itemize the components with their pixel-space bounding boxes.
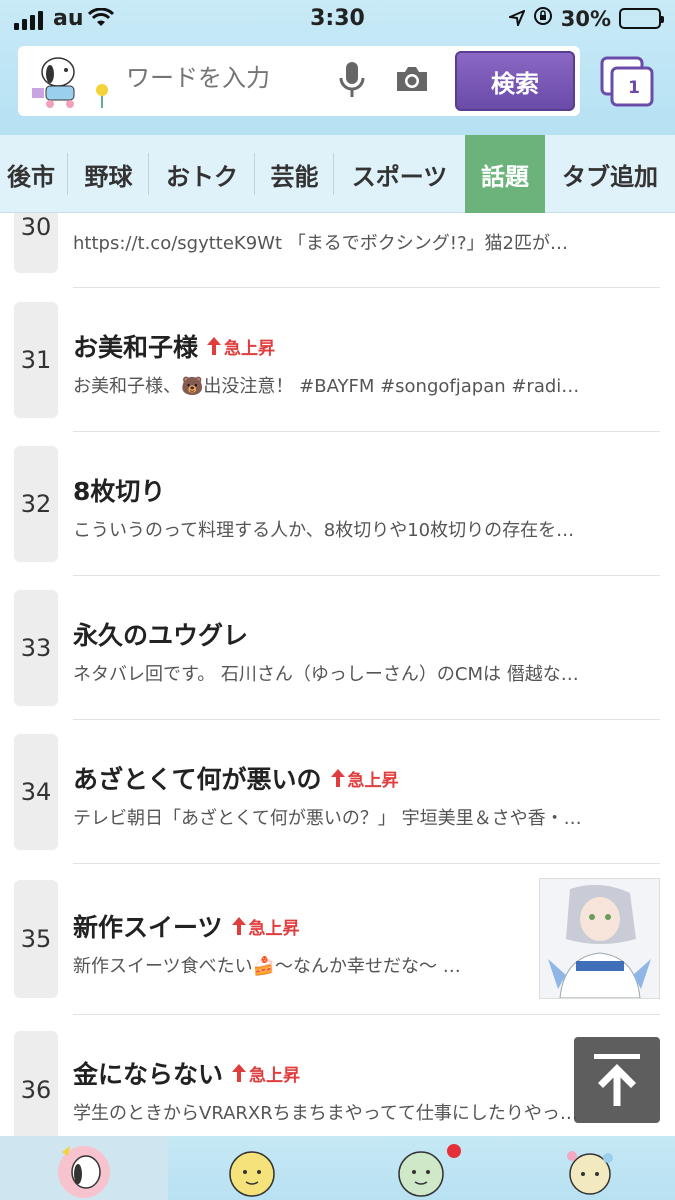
bottom-nav: [0, 1136, 675, 1200]
location-icon: [506, 7, 526, 31]
item-snippet: テレビ朝日「あざとくて何が悪いの？」 宇垣美里＆さや香・…: [73, 808, 582, 829]
list-item[interactable]: 32 8枚切り こういうのって料理する人か、8枚切りや10枚切りの存在を…: [0, 432, 675, 576]
item-snippet: 新作スイーツ食べたい🍰〜なんか幸せだな〜 …: [73, 956, 461, 977]
tab-label: おトク: [166, 162, 238, 191]
arrow-up-to-top-icon: [594, 1054, 640, 1106]
tab-label: 芸能: [270, 162, 319, 191]
rising-badge: 急上昇: [231, 1061, 300, 1086]
tab-sports[interactable]: スポーツ: [334, 135, 465, 213]
item-snippet: お美和子様、🐻出没注意！ #BAYFM #songofjapan #radi…: [73, 376, 580, 397]
rotation-lock-icon: [533, 6, 553, 31]
battery-icon: [619, 8, 664, 29]
search-bar[interactable]: 検索: [18, 46, 580, 116]
item-title: 新作スイーツ 急上昇: [73, 908, 300, 944]
tab-count: 1: [628, 78, 640, 98]
item-title-text: 新作スイーツ: [73, 913, 223, 942]
item-snippet: https://t.co/sgytteK9Wt 「まるでボクシング!?」猫2匹が…: [73, 233, 568, 254]
tab-city[interactable]: 後市: [0, 135, 68, 213]
item-title-text: あざとくて何が悪いの: [73, 765, 322, 794]
item-snippet: ネタバレ回です。 石川さん（ゆっしーさん）のCMは 僭越な…: [73, 664, 579, 685]
nav-character-4[interactable]: [506, 1136, 674, 1200]
search-input[interactable]: [126, 64, 326, 92]
tab-label: 話題: [481, 162, 529, 191]
rank-number: 35: [14, 880, 58, 998]
character-yellow-icon: [229, 1151, 275, 1197]
list-item[interactable]: 31 お美和子様 急上昇 お美和子様、🐻出没注意！ #BAYFM #songof…: [0, 288, 675, 432]
status-right: 30%: [506, 6, 664, 31]
tab-label: 後市: [7, 162, 55, 191]
rising-label: 急上昇: [249, 1065, 301, 1086]
nav-character-2[interactable]: [168, 1136, 336, 1200]
item-title-text: 金にならない: [73, 1060, 224, 1089]
tab-label: スポーツ: [351, 162, 448, 191]
arrow-up-icon: [231, 917, 246, 935]
snoopy-icon: [58, 1146, 110, 1198]
rising-badge: 急上昇: [330, 766, 399, 791]
tab-entertainment[interactable]: 芸能: [255, 135, 334, 213]
list-item[interactable]: 34 あざとくて何が悪いの 急上昇 テレビ朝日「あざとくて何が悪いの？」 宇垣美…: [0, 720, 675, 864]
notification-dot: [447, 1144, 461, 1158]
list-item[interactable]: 33 永久のユウグレ ネタバレ回です。 石川さん（ゆっしーさん）のCMは 僭越な…: [0, 576, 675, 720]
tab-topics[interactable]: 話題: [465, 135, 545, 213]
arrow-up-icon: [207, 337, 222, 355]
item-title: 金にならない 急上昇: [73, 1055, 300, 1091]
category-tabs: 後市 野球 おトク 芸能 スポーツ 話題 タブ追加: [0, 135, 675, 213]
character-flower-icon: [567, 1151, 613, 1195]
item-snippet: 学生のときからVRARXRちまちまやってて仕事にしたりやっ…: [73, 1103, 578, 1124]
rank-number: 32: [14, 446, 58, 562]
item-title-text: お美和子様: [73, 333, 199, 362]
arrow-up-icon: [232, 1064, 247, 1082]
rank-number: 31: [14, 302, 58, 418]
rank-number: 30: [14, 213, 58, 273]
microphone-icon[interactable]: [338, 60, 366, 104]
item-title: 8枚切り: [73, 472, 165, 508]
item-title: お美和子様 急上昇: [73, 328, 275, 364]
mascot-logo: [28, 50, 118, 112]
rising-label: 急上昇: [248, 918, 300, 939]
status-bar: au 3:30 30%: [0, 0, 675, 40]
nav-home[interactable]: [0, 1136, 168, 1200]
rank-number: 34: [14, 734, 58, 850]
rising-label: 急上昇: [224, 338, 276, 359]
item-title: あざとくて何が悪いの 急上昇: [73, 760, 399, 796]
rising-label: 急上昇: [347, 770, 399, 791]
nav-character-3[interactable]: [337, 1136, 505, 1200]
character-green-icon: [398, 1151, 444, 1197]
arrow-up-icon: [330, 769, 345, 787]
item-title: 永久のユウグレ: [73, 616, 248, 652]
rising-badge: 急上昇: [206, 334, 275, 359]
tab-label: 野球: [84, 162, 133, 191]
rising-badge: 急上昇: [231, 914, 300, 939]
tab-baseball[interactable]: 野球: [68, 135, 149, 213]
list-item[interactable]: 35 新作スイーツ 急上昇 新作スイーツ食べたい🍰〜なんか幸せだな〜 …: [0, 864, 675, 1015]
search-button[interactable]: 検索: [455, 51, 575, 111]
rank-number: 36: [14, 1031, 58, 1136]
tab-add[interactable]: タブ追加: [545, 135, 675, 213]
tab-label: タブ追加: [562, 162, 658, 191]
scroll-to-top-button[interactable]: [574, 1037, 660, 1123]
battery-percent: 30%: [560, 6, 611, 31]
item-title-text: 8枚切り: [73, 477, 166, 506]
top-header: au 3:30 30% ワードを入力 検索 1: [0, 0, 675, 135]
item-title-text: 永久のユウグレ: [73, 621, 249, 650]
item-snippet: こういうのって料理する人か、8枚切りや10枚切りの存在を…: [73, 520, 575, 541]
rank-number: 33: [14, 590, 58, 706]
list-item[interactable]: 30 https://t.co/sgytteK9Wt 「まるでボクシング!?」猫…: [0, 213, 675, 288]
camera-icon[interactable]: [394, 64, 430, 98]
tab-deals[interactable]: おトク: [149, 135, 255, 213]
trending-list: 30 https://t.co/sgytteK9Wt 「まるでボクシング!?」猫…: [0, 213, 675, 1136]
tabs-button[interactable]: 1: [600, 56, 656, 108]
item-thumbnail[interactable]: [539, 878, 660, 999]
